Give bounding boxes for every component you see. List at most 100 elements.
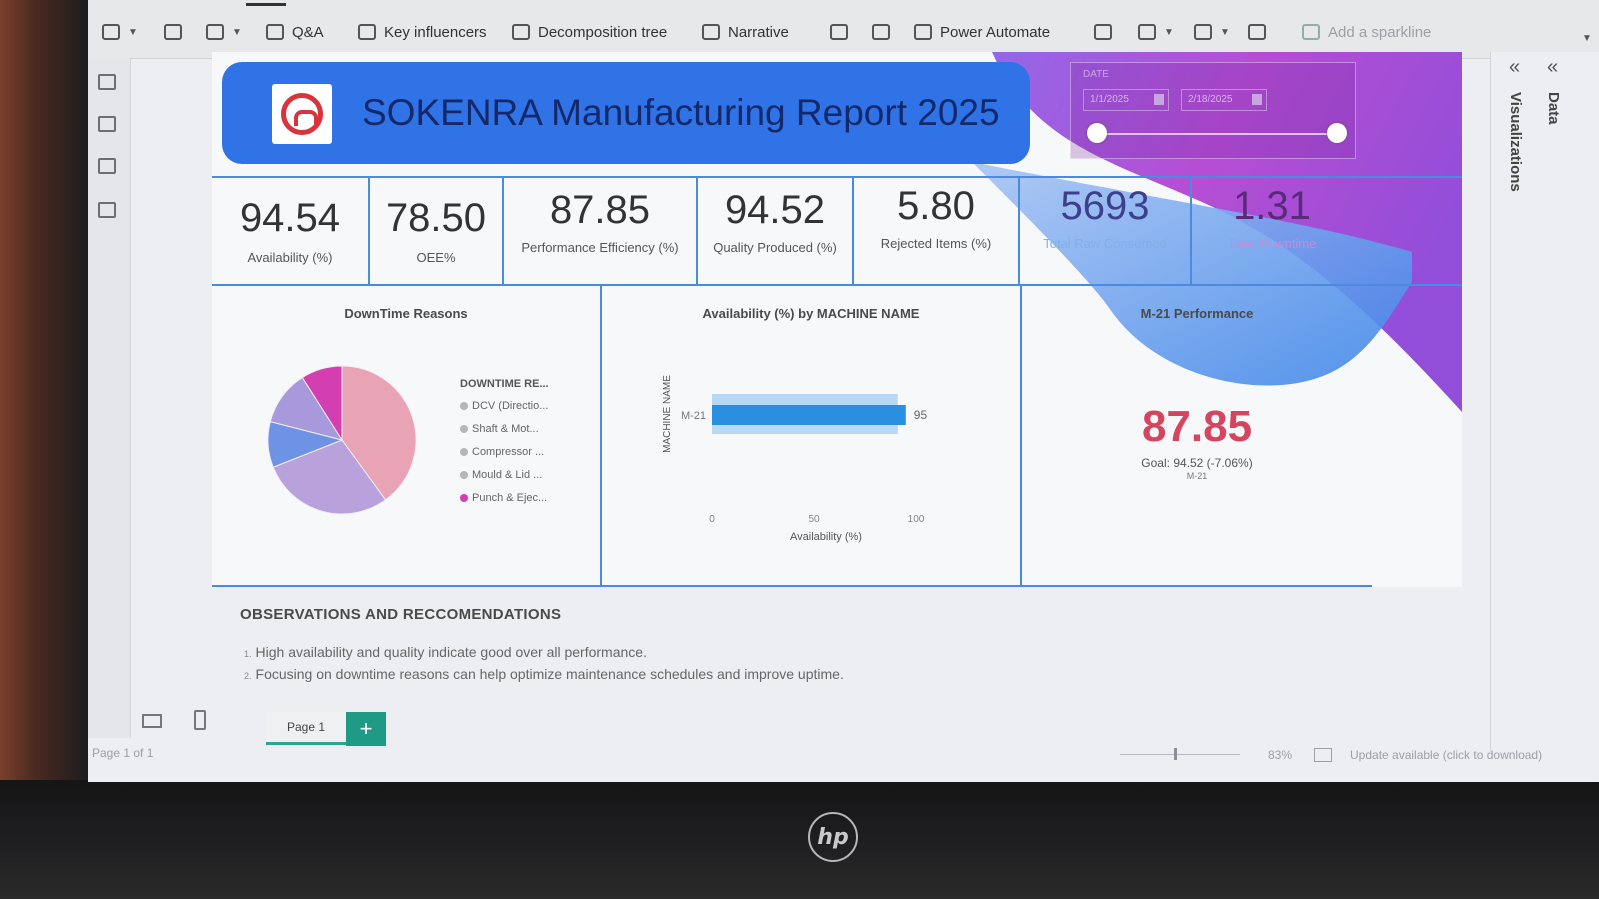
visualizations-pane-tab[interactable]: Visualizations — [1507, 92, 1524, 192]
add-page-button[interactable]: + — [346, 712, 386, 746]
legend-dot — [460, 425, 468, 433]
dax-query-view-icon[interactable] — [98, 202, 116, 218]
date-slicer[interactable]: DATE 1/1/2025 2/18/2025 — [1070, 62, 1356, 159]
kpi-label: OEE% — [416, 250, 456, 265]
legend-dot — [460, 471, 468, 479]
format-icon — [206, 24, 224, 40]
m21-goal: Goal: 94.52 (-7.06%) — [1141, 456, 1253, 470]
date-range-start-handle[interactable] — [1087, 123, 1107, 143]
page-navigation-bar: Page 1 + — [88, 708, 1599, 752]
table-view-icon[interactable] — [98, 116, 116, 132]
kpi-card-total-downtime[interactable]: 1.31 Total Downtime — [1192, 178, 1352, 284]
buttons-button[interactable]: ▼ — [1138, 20, 1174, 44]
format-button[interactable]: ▼ — [206, 20, 242, 44]
end-date-field[interactable]: 2/18/2025 — [1181, 89, 1267, 111]
data-pane-tab[interactable]: Data — [1545, 92, 1562, 125]
date-range-track[interactable] — [1097, 133, 1337, 135]
kpi-card-rejected-items[interactable]: 5.80 Rejected Items (%) — [854, 178, 1020, 284]
page-count: Page 1 of 1 — [92, 746, 154, 760]
kpi-card-total-raw-consumed[interactable]: 5693 Total Raw Consumed — [1020, 178, 1192, 284]
kpi-value: 5693 — [1060, 184, 1150, 228]
key-influencers-icon — [358, 24, 376, 40]
zoom-level: 83% — [1268, 748, 1293, 762]
narrative-icon — [702, 24, 720, 40]
zoom-slider-handle[interactable] — [1174, 748, 1177, 760]
x-tick-label: 50 — [808, 514, 820, 525]
narrative-label: Narrative — [728, 23, 789, 41]
kpi-value: 94.52 — [724, 188, 826, 232]
collapse-visualizations-icon[interactable]: « — [1509, 56, 1520, 79]
legend-item[interactable]: Compressor ... — [460, 446, 544, 458]
legend-item[interactable]: Punch & Ejec... — [460, 492, 547, 504]
visual-title: DownTime Reasons — [344, 306, 468, 321]
fit-to-page-icon[interactable] — [1314, 748, 1332, 762]
image-button[interactable] — [1248, 20, 1266, 44]
downtime-pie-chart — [267, 365, 417, 515]
legend-item[interactable]: Mould & Lid ... — [460, 469, 542, 481]
chevron-down-icon: ▼ — [128, 26, 138, 38]
bar-m-21[interactable] — [712, 405, 906, 425]
calendar-icon[interactable] — [1252, 94, 1262, 105]
text-box-button[interactable] — [1094, 20, 1112, 44]
narrative-button[interactable]: Narrative — [702, 20, 789, 44]
m21-performance-visual[interactable]: M-21 Performance 87.85 Goal: 94.52 (-7.0… — [1022, 284, 1372, 587]
paginated-report-button[interactable] — [830, 20, 848, 44]
power-apps-button[interactable] — [872, 20, 890, 44]
sparkline-icon — [1302, 24, 1320, 40]
legend-label: Mould & Lid ... — [472, 469, 543, 481]
category-label: M-21 — [681, 410, 706, 422]
kpi-label: Total Raw Consumed — [1043, 236, 1167, 251]
kpi-value: 94.54 — [239, 196, 341, 240]
build-visual-icon — [164, 24, 182, 40]
model-view-icon[interactable] — [98, 158, 116, 174]
collapse-data-icon[interactable]: « — [1547, 56, 1558, 79]
start-date-field[interactable]: 1/1/2025 — [1083, 89, 1169, 111]
date-range-end-handle[interactable] — [1327, 123, 1347, 143]
legend-item[interactable]: Shaft & Mot... — [460, 423, 539, 435]
kpi-card-performance-efficiency[interactable]: 87.85 Performance Efficiency (%) — [504, 178, 698, 284]
view-switcher — [88, 58, 131, 738]
build-visual-button[interactable] — [164, 20, 182, 44]
calendar-icon[interactable] — [1154, 94, 1164, 105]
m21-performance-value: 87.85 — [1141, 402, 1253, 451]
key-influencers-button[interactable]: Key influencers — [358, 20, 487, 44]
power-automate-button[interactable]: Power Automate — [914, 20, 1050, 44]
kpi-card-quality-produced[interactable]: 94.52 Quality Produced (%) — [698, 178, 854, 284]
downtime-reasons-visual[interactable]: DownTime Reasons DOWNTIME RE... DCV (Dir… — [212, 284, 602, 587]
kpi-card-availability[interactable]: 94.54 Availability (%) — [212, 178, 370, 284]
visual-title: Availability (%) by MACHINE NAME — [702, 306, 920, 321]
observation-text: High availability and quality indicate g… — [255, 644, 647, 660]
decomposition-tree-button[interactable]: Decomposition tree — [512, 20, 667, 44]
data-label: 95 — [914, 408, 928, 422]
availability-by-machine-visual[interactable]: Availability (%) by MACHINE NAME M-21 95 0… — [602, 284, 1022, 587]
visual-title: M-21 Performance — [1140, 306, 1254, 321]
zoom-slider[interactable] — [1120, 754, 1240, 755]
laptop-bezel-left — [0, 0, 88, 899]
kpi-card-oee[interactable]: 78.50 OEE% — [370, 178, 504, 284]
kpi-label: Availability (%) — [247, 250, 333, 265]
page-tab-page-1[interactable]: Page 1 — [266, 712, 346, 745]
text-box-icon — [1094, 24, 1112, 40]
update-available-link[interactable]: Update available (click to download) — [1350, 748, 1542, 762]
qna-icon — [266, 24, 284, 40]
report-title: SOKENRA Manufacturing Report 2025 — [362, 92, 1000, 133]
qna-button[interactable]: Q&A — [266, 20, 324, 44]
ribbon-collapse-button[interactable]: ▼ — [1582, 26, 1592, 50]
add-sparkline-button[interactable]: Add a sparkline — [1302, 20, 1431, 44]
shapes-button[interactable]: ▼ — [1194, 20, 1230, 44]
image-icon — [1248, 24, 1266, 40]
key-influencers-label: Key influencers — [384, 23, 487, 41]
y-axis-label: MACHINE NAME — [662, 375, 673, 453]
desktop-layout-icon[interactable] — [142, 714, 162, 728]
new-visual-button[interactable]: ▼ — [102, 20, 138, 44]
report-view-icon[interactable] — [98, 74, 116, 90]
mobile-layout-icon[interactable] — [194, 710, 206, 730]
shapes-icon — [1194, 24, 1212, 40]
legend-dot — [460, 494, 468, 502]
legend-item[interactable]: DCV (Directio... — [460, 400, 548, 412]
chevron-down-icon: ▼ — [232, 26, 242, 38]
x-tick-label: 0 — [709, 514, 715, 525]
kpi-value: 5.80 — [897, 184, 975, 228]
availability-bar-chart: M-21 95 0 50 100 Availability (%) MACHINE NAME — [662, 375, 928, 543]
legend-dot — [460, 402, 468, 410]
